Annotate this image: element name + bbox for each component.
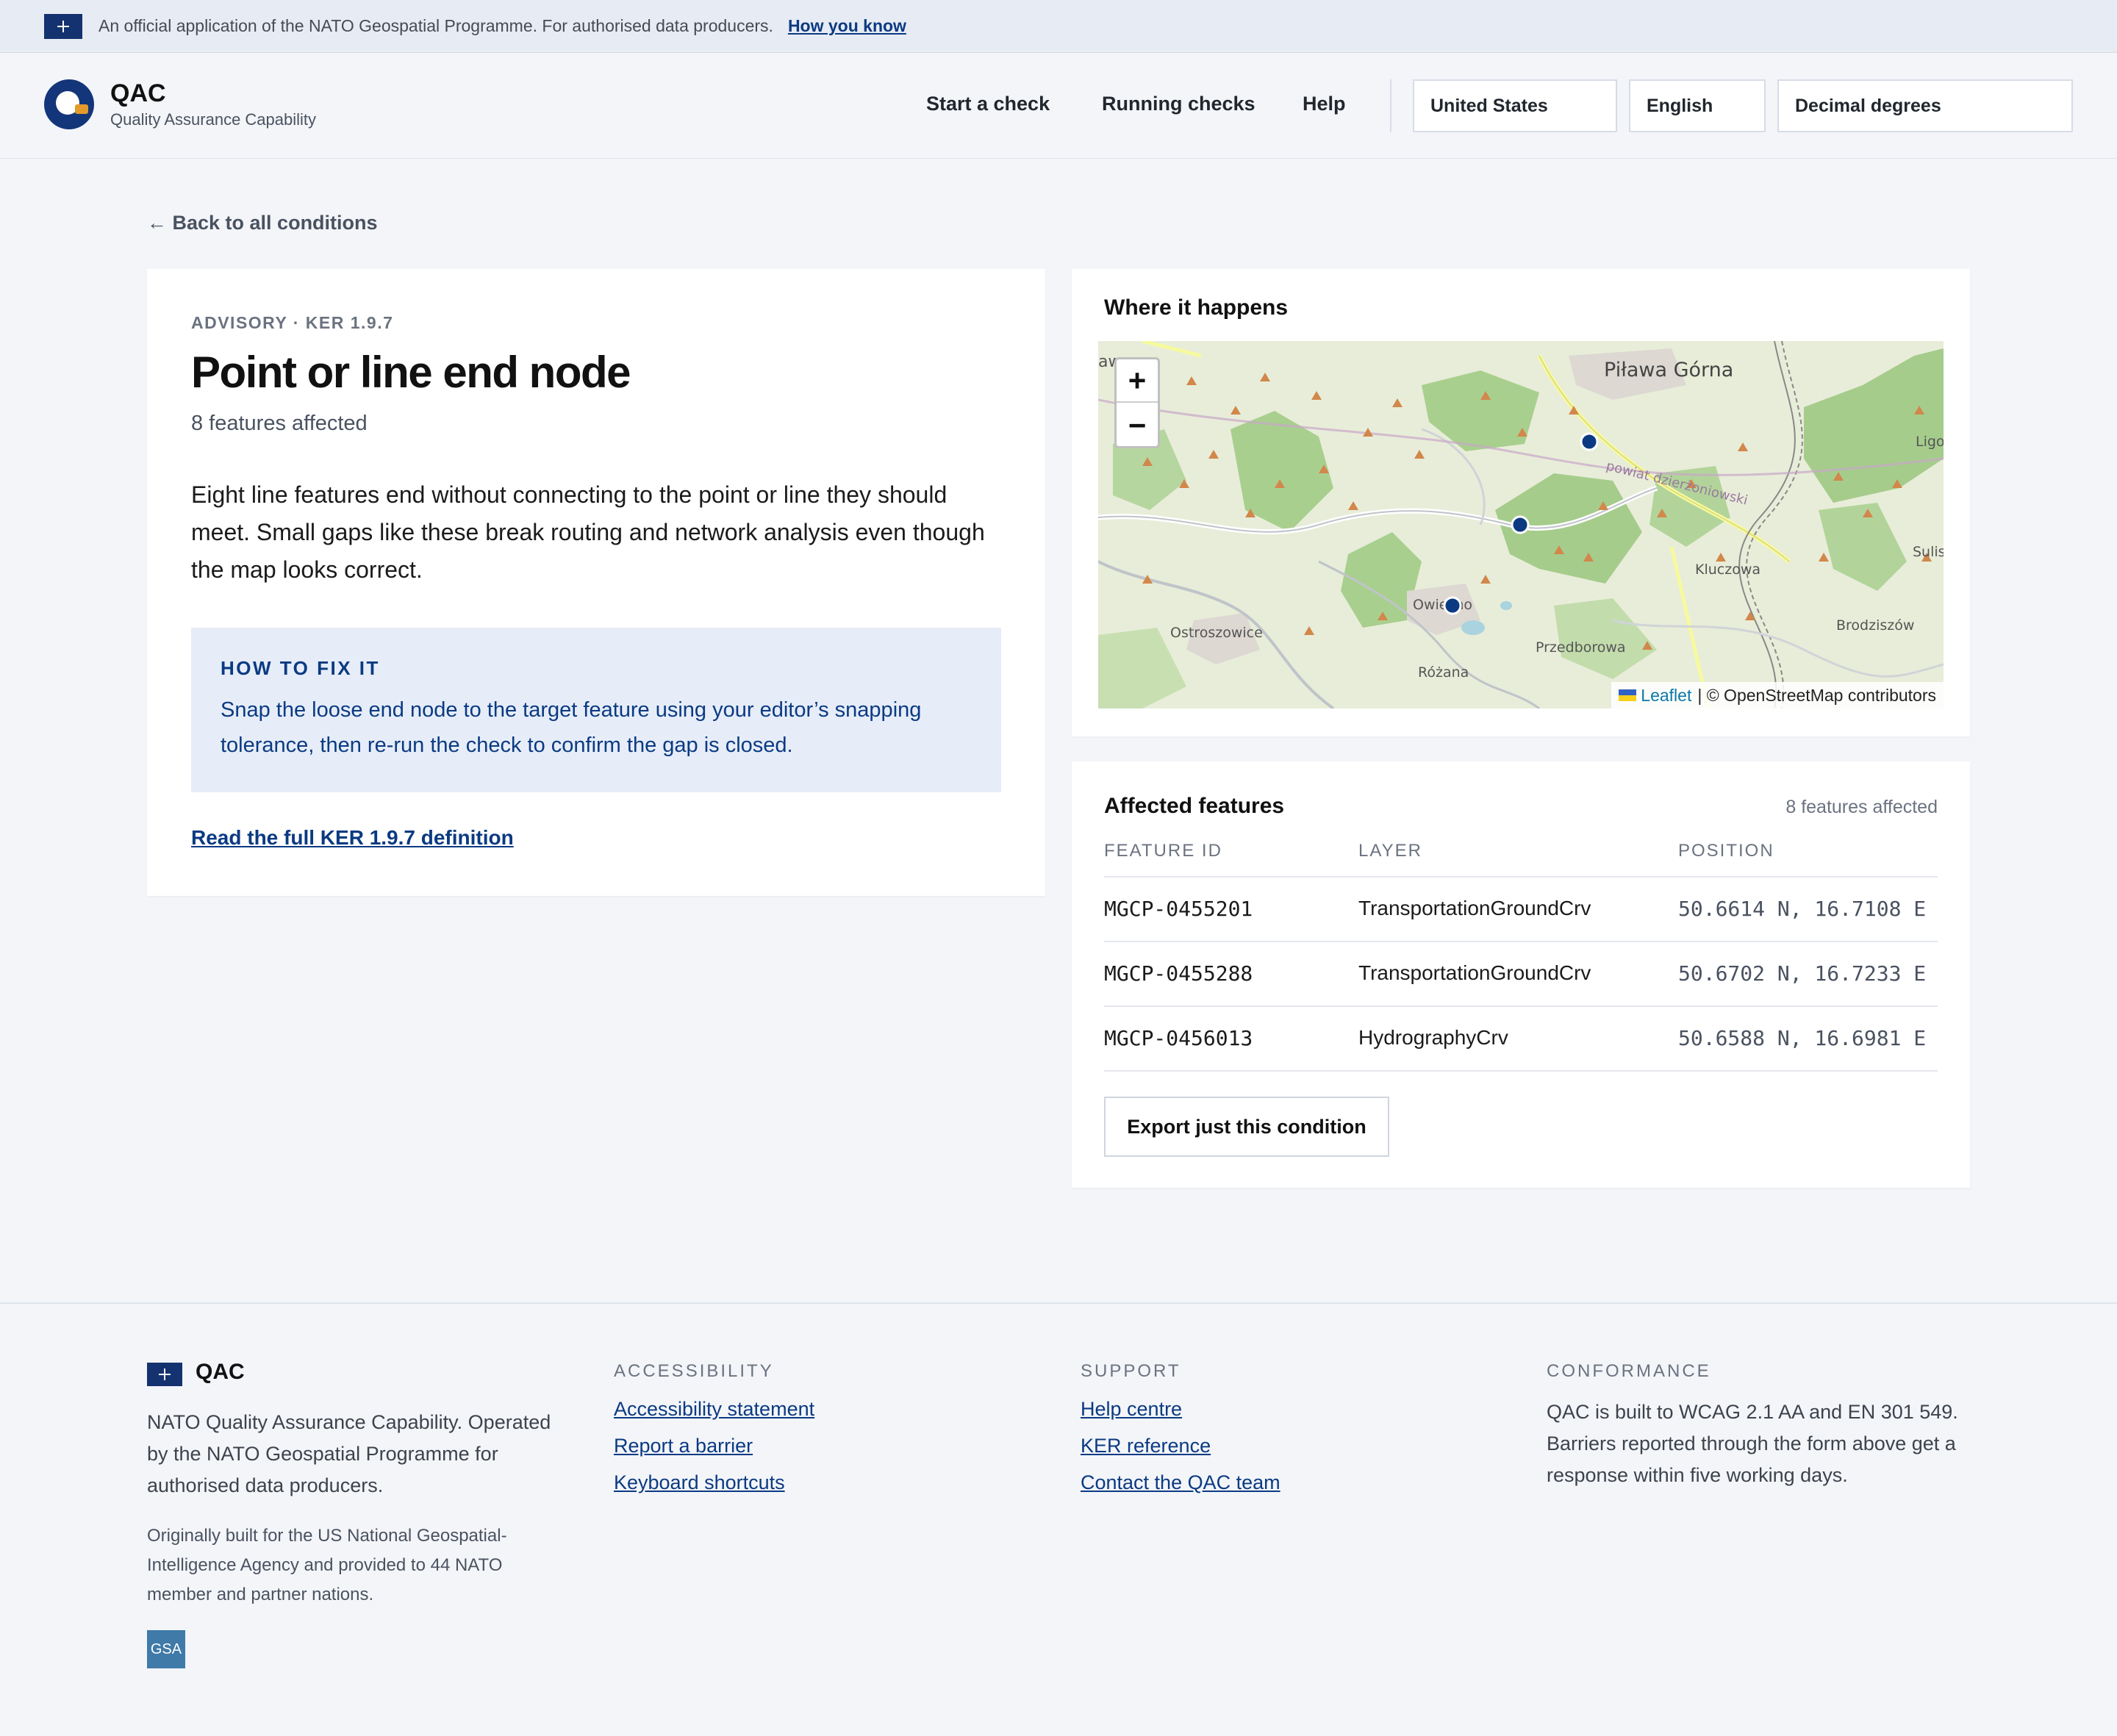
column-header-position: POSITION	[1678, 841, 1774, 861]
how-to-fix-panel: HOW TO FIX IT Snap the loose end node to…	[191, 628, 1001, 792]
map-label-owiesno: Owiesno	[1413, 597, 1472, 613]
layer-cell: HydrographyCrv	[1358, 1026, 1508, 1049]
contact-team-link[interactable]: Contact the QAC team	[1081, 1471, 1280, 1494]
leaflet-link[interactable]: Leaflet	[1641, 686, 1691, 706]
official-banner-text: An official application of the NATO Geos…	[98, 16, 773, 35]
ukraine-flag-icon	[1619, 689, 1637, 701]
nav-start-check[interactable]: Start a check	[926, 93, 1050, 115]
map-view[interactable]: Piława Górna powiat dzierżoniowski Klucz…	[1098, 341, 1944, 709]
official-banner: An official application of the NATO Geos…	[0, 0, 2117, 53]
affected-features-card: Affected features 8 features affected FE…	[1072, 761, 1970, 1188]
how-to-fix-heading: HOW TO FIX IT	[221, 657, 380, 679]
layer-cell: TransportationGroundCrv	[1358, 961, 1591, 984]
condition-description: Eight line features end without connecti…	[191, 481, 985, 583]
footer-conformance-heading: CONFORMANCE	[1547, 1361, 1711, 1381]
affected-features-count: 8 features affected	[1785, 797, 1938, 817]
feature-id-cell: MGCP-0455201	[1104, 897, 1253, 921]
nato-flag-icon	[44, 13, 82, 39]
footer-origin: Originally built for the US National Geo…	[147, 1526, 507, 1604]
qac-logo-icon[interactable]	[44, 79, 94, 129]
nato-flag-icon	[147, 1363, 182, 1386]
affected-features-title: Affected features	[1104, 794, 1285, 818]
map-label-kluczowa: Kluczowa	[1695, 562, 1760, 578]
feature-id-cell: MGCP-0456013	[1104, 1026, 1253, 1050]
map-label-ligota: Ligota	[1916, 434, 1944, 450]
table-row[interactable]: MGCP-0455201 TransportationGroundCrv 50.…	[1104, 876, 1938, 941]
footer-accessibility-heading: ACCESSIBILITY	[614, 1361, 774, 1381]
position-cell: 50.6614 N, 16.7108 E	[1678, 897, 1927, 921]
country-select[interactable]: United States	[1413, 79, 1617, 132]
column-header-feature-id: FEATURE ID	[1104, 841, 1222, 861]
map-label-pilawa-gorna: Piława Górna	[1604, 359, 1733, 381]
zoom-control: + −	[1114, 357, 1160, 448]
layer-cell: TransportationGroundCrv	[1358, 897, 1591, 919]
feature-id-cell: MGCP-0455288	[1104, 961, 1253, 986]
zoom-in-button[interactable]: +	[1117, 359, 1158, 403]
help-centre-link[interactable]: Help centre	[1081, 1398, 1182, 1421]
how-you-know-link[interactable]: How you know	[788, 16, 906, 36]
zoom-out-button[interactable]: −	[1117, 403, 1158, 447]
nav-running-checks[interactable]: Running checks	[1102, 93, 1255, 115]
footer-brand: QAC	[196, 1360, 245, 1384]
brand-title[interactable]: QAC	[110, 79, 166, 108]
map-label-sulist: Sulist	[1913, 544, 1944, 560]
table-row[interactable]: MGCP-0456013 HydrographyCrv 50.6588 N, 1…	[1104, 1005, 1938, 1070]
feature-marker	[1511, 515, 1530, 534]
report-barrier-link[interactable]: Report a barrier	[614, 1435, 753, 1457]
map-label-rozana: Różana	[1418, 664, 1469, 681]
map-attribution: Leaflet | © OpenStreetMap contributors	[1611, 682, 1944, 709]
map-label-ostroszowice: Ostroszowice	[1170, 625, 1263, 641]
footer-conformance-text: QAC is built to WCAG 2.1 AA and EN 301 5…	[1547, 1401, 1958, 1486]
nav-divider	[1390, 79, 1391, 132]
how-to-fix-text: Snap the loose end node to the target fe…	[221, 698, 922, 757]
export-condition-button[interactable]: Export just this condition	[1104, 1097, 1389, 1157]
ker-reference-link[interactable]: KER reference	[1081, 1435, 1211, 1457]
brand-subtitle: Quality Assurance Capability	[110, 110, 317, 129]
back-to-conditions-link[interactable]: ← Back to all conditions	[147, 212, 378, 234]
table-divider	[1104, 1070, 1938, 1072]
affected-count: 8 features affected	[191, 412, 368, 435]
gsa-badge-icon: GSA	[147, 1630, 185, 1668]
keyboard-shortcuts-link[interactable]: Keyboard shortcuts	[614, 1471, 785, 1494]
feature-marker	[1443, 596, 1462, 615]
condition-card: ADVISORY · KER 1.9.7 Point or line end n…	[147, 269, 1045, 896]
condition-eyebrow: ADVISORY · KER 1.9.7	[191, 313, 394, 332]
language-select[interactable]: English	[1629, 79, 1766, 132]
map-card: Where it happens Piława Górna powiat dzi…	[1072, 269, 1970, 736]
position-cell: 50.6702 N, 16.7233 E	[1678, 961, 1927, 986]
site-header: QAC Quality Assurance Capability Start a…	[0, 53, 2117, 159]
coordinate-format-select[interactable]: Decimal degrees	[1777, 79, 2073, 132]
map-label-brodziszow: Brodziszów	[1836, 617, 1914, 634]
position-cell: 50.6588 N, 16.6981 E	[1678, 1026, 1927, 1050]
nav-help[interactable]: Help	[1303, 93, 1346, 115]
table-row[interactable]: MGCP-0455288 TransportationGroundCrv 50.…	[1104, 941, 1938, 1005]
footer-about: NATO Quality Assurance Capability. Opera…	[147, 1411, 551, 1496]
map-label-przedborowa: Przedborowa	[1536, 639, 1626, 656]
map-title: Where it happens	[1104, 295, 1289, 320]
footer-support-heading: SUPPORT	[1081, 1361, 1181, 1381]
page-title: Point or line end node	[191, 348, 631, 397]
accessibility-statement-link[interactable]: Accessibility statement	[614, 1398, 814, 1421]
column-header-layer: LAYER	[1358, 841, 1422, 861]
osm-attribution: | © OpenStreetMap contributors	[1697, 685, 1936, 705]
map-tiles: Piława Górna powiat dzierżoniowski Klucz…	[1098, 341, 1944, 709]
feature-marker	[1580, 432, 1599, 451]
ker-definition-link[interactable]: Read the full KER 1.9.7 definition	[191, 826, 514, 850]
site-footer: QAC NATO Quality Assurance Capability. O…	[0, 1302, 2117, 1736]
